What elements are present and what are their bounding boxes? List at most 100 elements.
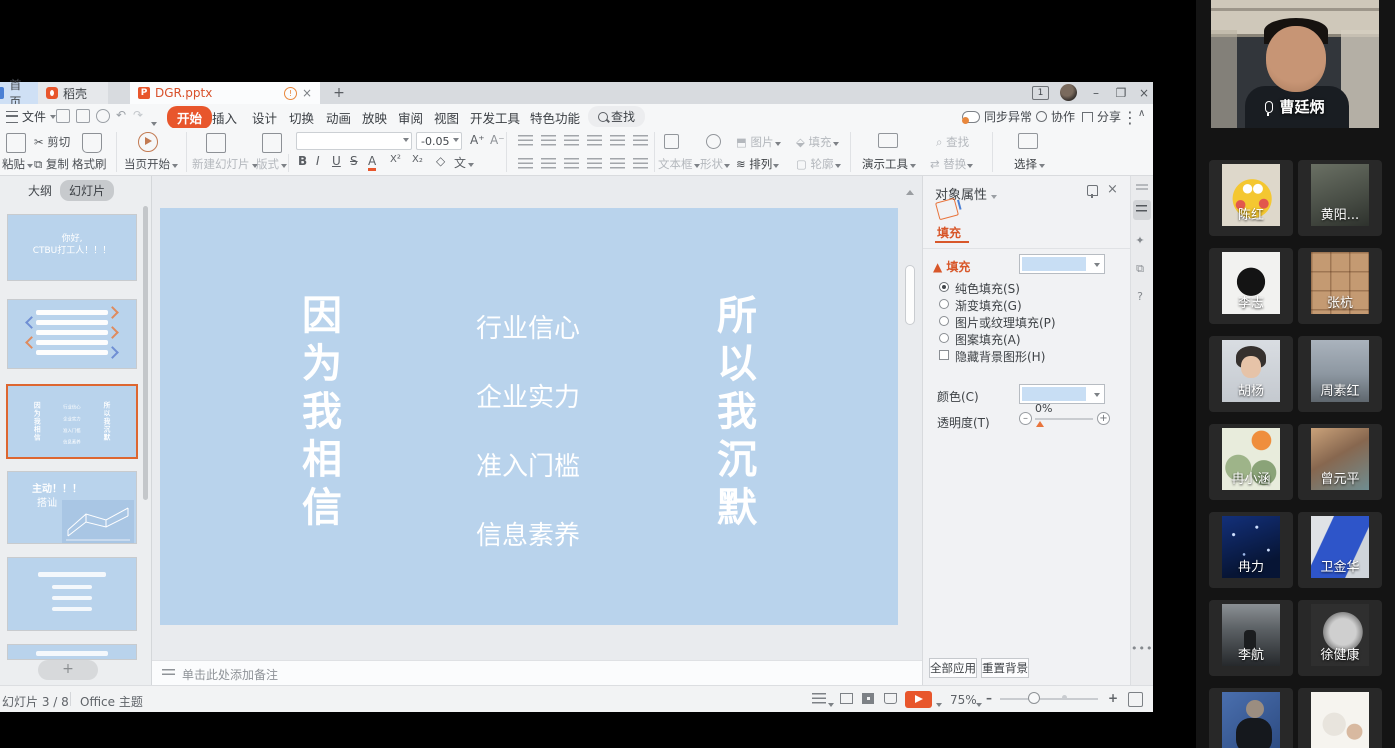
- add-slide-button[interactable]: +: [38, 660, 98, 680]
- zoom-in-button[interactable]: +: [1108, 691, 1118, 705]
- bold-button[interactable]: B: [298, 154, 307, 168]
- tab-special-features[interactable]: 特色功能: [530, 108, 580, 127]
- participant-tile[interactable]: 冉小涵: [1209, 424, 1293, 500]
- italic-button[interactable]: I: [316, 154, 320, 168]
- replace-button[interactable]: ⇄ 替换: [930, 156, 973, 172]
- gradient-fill-label[interactable]: 渐变填充(G): [955, 297, 1022, 314]
- presentation-tools-icon[interactable]: [878, 133, 898, 148]
- sync-status[interactable]: 同步异常: [962, 108, 1032, 125]
- tab-transition[interactable]: 切换: [289, 108, 314, 127]
- tab-home[interactable]: 首页: [0, 82, 38, 104]
- slide-editor[interactable]: 因为我相信 行业信心 企业实力 准入门槛 信息素养 所以我沉默: [152, 176, 922, 660]
- participant-tile[interactable]: 黄阳...: [1298, 160, 1382, 236]
- slide-thumbnail-4[interactable]: 主动！！！ 搭讪: [8, 472, 136, 543]
- select-button[interactable]: 选择: [1014, 156, 1045, 172]
- outline-button[interactable]: ▢ 轮廓: [796, 156, 841, 172]
- cut-button[interactable]: ✂ 剪切: [34, 134, 70, 150]
- increase-indent-icon[interactable]: [587, 135, 602, 146]
- clear-format-icon[interactable]: ◇: [436, 154, 445, 168]
- effects-rail-button[interactable]: ✦: [1131, 234, 1149, 247]
- slide-sorter-icon[interactable]: [862, 693, 874, 704]
- slide-canvas[interactable]: 因为我相信 行业信心 企业实力 准入门槛 信息素养 所以我沉默: [160, 208, 898, 625]
- minimize-button[interactable]: –: [1085, 82, 1107, 104]
- account-avatar[interactable]: [1060, 84, 1077, 101]
- share-button[interactable]: 分享: [1082, 108, 1121, 125]
- pattern-fill-label[interactable]: 图案填充(A): [955, 331, 1021, 348]
- slides-scrollbar[interactable]: [143, 206, 148, 500]
- new-tab-button[interactable]: [330, 84, 348, 102]
- panel-close-icon[interactable]: ×: [1107, 182, 1118, 197]
- zoom-out-button[interactable]: –: [986, 691, 992, 705]
- zoom-options-icon[interactable]: [976, 703, 982, 707]
- speaker-video[interactable]: 曹廷炳: [1211, 0, 1379, 128]
- strikethrough-button[interactable]: S: [350, 154, 358, 168]
- tab-view[interactable]: 视图: [434, 108, 459, 127]
- zoom-value[interactable]: 75%: [950, 693, 977, 707]
- print-icon[interactable]: [76, 109, 90, 123]
- participant-tile[interactable]: [1298, 688, 1382, 748]
- fill-color-dropdown[interactable]: [1019, 254, 1105, 274]
- close-button[interactable]: ×: [1133, 82, 1155, 104]
- tab-close-icon[interactable]: [302, 86, 312, 100]
- notes-toggle-icon[interactable]: [812, 693, 826, 704]
- new-slide-button[interactable]: 新建幻灯片: [192, 156, 258, 172]
- shapes-icon[interactable]: [706, 134, 721, 149]
- reset-background-button[interactable]: 重置背景: [981, 658, 1029, 678]
- fill-section-header[interactable]: ▲ 填充: [933, 258, 970, 275]
- align-center-icon[interactable]: [541, 158, 556, 169]
- bullet-list-icon[interactable]: [518, 135, 533, 146]
- theme-name[interactable]: Office 主题: [80, 693, 143, 710]
- restore-button[interactable]: ❐: [1110, 82, 1132, 104]
- editor-scroll-thumb[interactable]: [905, 265, 915, 325]
- participant-tile[interactable]: 曾元平: [1298, 424, 1382, 500]
- fill-tab[interactable]: 填充: [937, 224, 961, 241]
- apply-all-button[interactable]: 全部应用: [929, 658, 977, 678]
- participant-tile[interactable]: 徐健康: [1298, 600, 1382, 676]
- play-options-icon[interactable]: [936, 703, 942, 707]
- hide-background-checkbox[interactable]: [939, 350, 949, 360]
- normal-view-icon[interactable]: [840, 693, 853, 704]
- arrange-button[interactable]: ≋ 排列: [736, 156, 779, 172]
- text-box-button[interactable]: 文本框: [658, 156, 700, 172]
- format-painter-button[interactable]: 格式刷: [72, 156, 107, 172]
- participant-tile[interactable]: 张杭: [1298, 248, 1382, 324]
- notes-bar[interactable]: 单击此处添加备注: [152, 660, 922, 685]
- participant-tile[interactable]: 周素红: [1298, 336, 1382, 412]
- start-from-page-button[interactable]: 当页开始: [124, 156, 178, 172]
- find-button[interactable]: ⌕ 查找: [936, 134, 969, 150]
- transparency-slider-marker[interactable]: [1036, 421, 1044, 427]
- transparency-slider[interactable]: [1035, 418, 1093, 420]
- tab-document[interactable]: DGR.pptx: [130, 82, 320, 104]
- text-direction-icon[interactable]: [610, 135, 625, 146]
- slide-right-text[interactable]: 所以我沉默: [713, 294, 753, 534]
- participant-tile[interactable]: 李航: [1209, 600, 1293, 676]
- new-slide-icon[interactable]: [206, 133, 226, 153]
- collapse-ribbon-icon[interactable]: ∧: [1138, 108, 1145, 119]
- numbered-list-icon[interactable]: [541, 135, 556, 146]
- decrease-indent-icon[interactable]: [564, 135, 579, 146]
- preview-icon[interactable]: [96, 109, 110, 123]
- presentation-tools-button[interactable]: 演示工具: [862, 156, 916, 172]
- notes-placeholder[interactable]: 单击此处添加备注: [182, 666, 278, 683]
- participant-tile[interactable]: 李志: [1209, 248, 1293, 324]
- slide-thumbnail-6[interactable]: [8, 645, 136, 659]
- picture-button[interactable]: ⬒ 图片: [736, 134, 781, 150]
- shapes-button[interactable]: 形状: [700, 156, 730, 172]
- subscript-button[interactable]: X₂: [412, 154, 423, 165]
- tab-home-ribbon[interactable]: 开始: [167, 106, 212, 129]
- font-size-combo[interactable]: -0.05: [416, 132, 462, 150]
- tab-slideshow[interactable]: 放映: [362, 108, 387, 127]
- tab-docer[interactable]: 稻壳: [38, 82, 108, 104]
- align-right-icon[interactable]: [564, 158, 579, 169]
- fit-slide-button[interactable]: [1128, 692, 1143, 707]
- participant-tile[interactable]: 冉力: [1209, 512, 1293, 588]
- color-dropdown[interactable]: [1019, 384, 1105, 404]
- pin-icon[interactable]: [1087, 185, 1098, 196]
- slide-thumbnail-2[interactable]: [8, 300, 136, 368]
- align-left-icon[interactable]: [518, 158, 533, 169]
- reading-view-icon[interactable]: [884, 693, 897, 704]
- undo-icon[interactable]: ↶: [116, 108, 126, 122]
- distribute-icon[interactable]: [610, 158, 625, 169]
- text-box-icon[interactable]: [664, 134, 679, 149]
- transparency-plus-button[interactable]: +: [1097, 412, 1110, 425]
